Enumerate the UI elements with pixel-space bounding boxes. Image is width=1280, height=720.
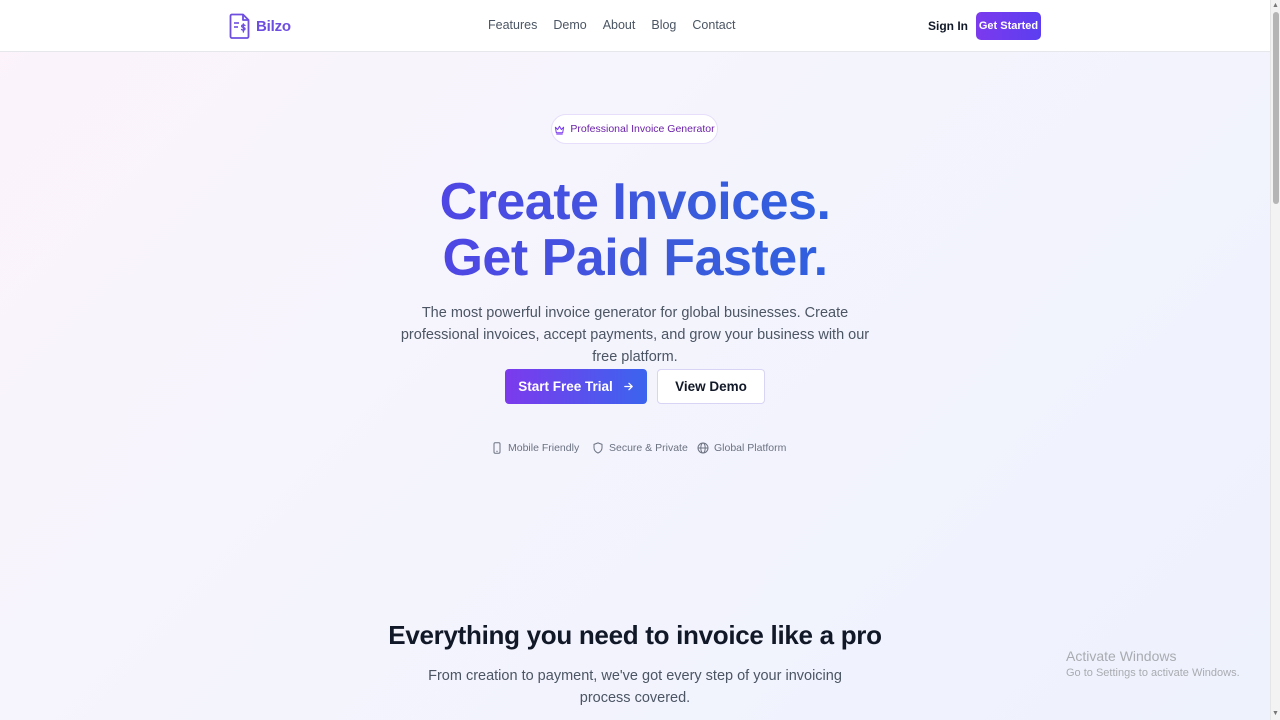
start-free-trial-button[interactable]: Start Free Trial [505, 369, 647, 404]
feature-global-platform: Global Platform [697, 442, 786, 454]
hero-subtitle: The most powerful invoice generator for … [400, 305, 870, 365]
view-demo-button[interactable]: View Demo [657, 369, 765, 404]
main-nav: Features Demo About Blog Contact [488, 18, 735, 32]
scroll-down-arrow-icon[interactable]: ▼ [1272, 710, 1279, 718]
nav-blog[interactable]: Blog [651, 18, 676, 32]
headline-line2-text: Get Paid Faster. [442, 229, 828, 287]
logo[interactable]: Bilzo [229, 13, 291, 39]
features-section-subtitle: From creation to payment, we've got ever… [428, 668, 842, 706]
features-section-title: Everything you need to invoice like a pr… [388, 620, 882, 650]
globe-icon [697, 442, 709, 454]
windows-watermark-title: Activate Windows [1066, 648, 1177, 664]
scroll-up-arrow-icon[interactable]: ▲ [1272, 2, 1279, 10]
hero-headline-line2: Get Paid Faster. [0, 230, 1270, 286]
smartphone-icon [493, 442, 501, 454]
nav-about[interactable]: About [603, 18, 636, 32]
headline-line1-text: Create Invoices. [439, 173, 831, 231]
feature-label: Secure & Private [609, 442, 688, 454]
badge-text: Professional Invoice Generator [570, 123, 715, 135]
nav-demo[interactable]: Demo [553, 18, 586, 32]
sign-in-link[interactable]: Sign In [928, 19, 968, 33]
logo-text: Bilzo [256, 17, 291, 35]
nav-contact[interactable]: Contact [692, 18, 735, 32]
feature-mobile-friendly: Mobile Friendly [491, 442, 579, 454]
feature-label: Global Platform [714, 442, 787, 454]
hero-badge: Professional Invoice Generator [551, 114, 718, 144]
windows-watermark-subtitle: Go to Settings to activate Windows. [1066, 667, 1240, 679]
scrollbar-thumb[interactable] [1273, 12, 1279, 204]
nav-features[interactable]: Features [488, 18, 537, 32]
feature-secure-private: Secure & Private [592, 442, 688, 454]
get-started-button[interactable]: Get Started [976, 12, 1041, 40]
site-header: Bilzo Features Demo About Blog Contact S… [0, 0, 1270, 52]
invoice-logo-icon [229, 13, 250, 39]
arrow-right-icon [623, 382, 633, 391]
crown-icon [555, 125, 565, 135]
start-free-trial-label: Start Free Trial [518, 379, 613, 394]
page-scrollbar[interactable]: ▲ ▼ [1270, 0, 1280, 720]
shield-icon [593, 442, 603, 454]
hero-headline-line1: Create Invoices. [0, 174, 1270, 230]
feature-label: Mobile Friendly [508, 442, 580, 454]
